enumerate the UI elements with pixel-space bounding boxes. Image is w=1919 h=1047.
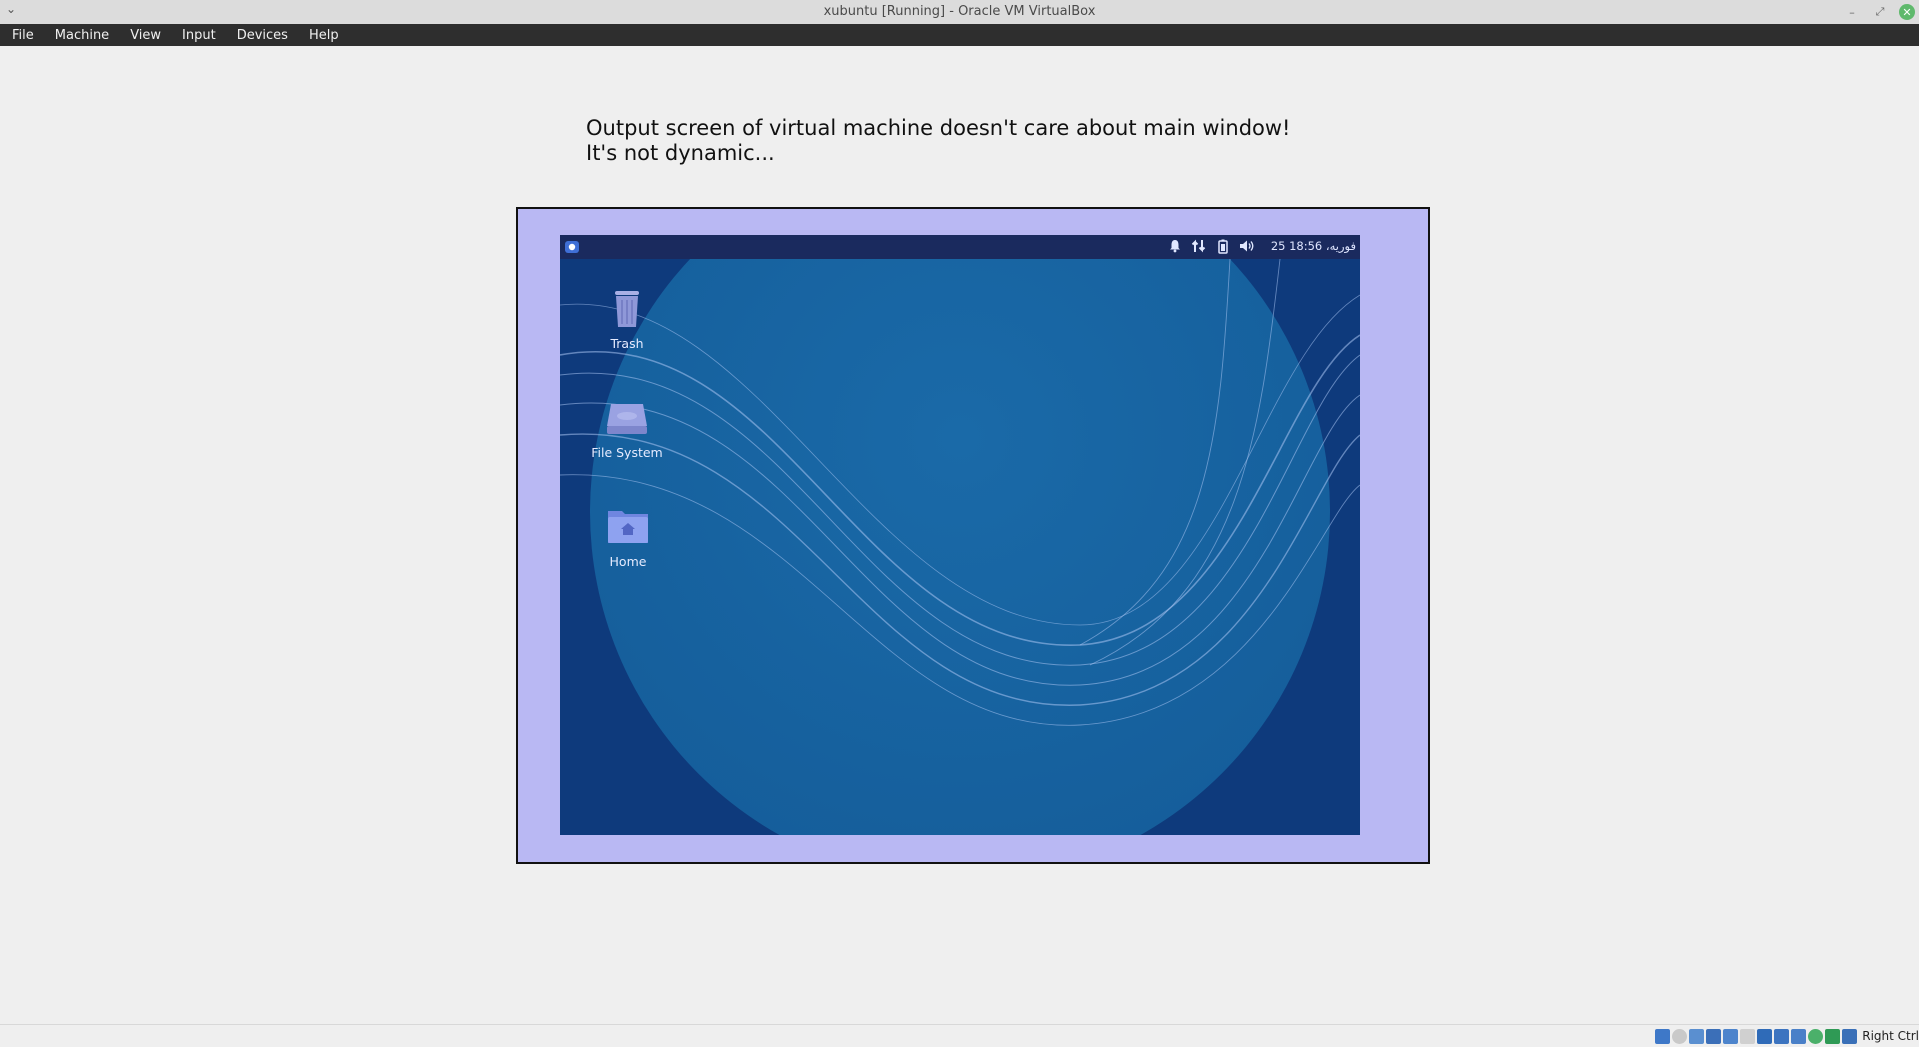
desktop-icon-label: Home [609, 554, 647, 569]
keyboard-icon[interactable] [1842, 1029, 1857, 1044]
drive-icon [607, 404, 647, 434]
system-tray: 25 فوریه، 18:56 [1167, 238, 1356, 254]
panel-clock[interactable]: 25 فوریه، 18:56 [1271, 239, 1356, 253]
battery-icon[interactable] [1215, 238, 1231, 254]
close-icon[interactable]: ✕ [1899, 4, 1915, 20]
network-icon[interactable] [1191, 238, 1207, 254]
home-folder-icon [608, 511, 648, 543]
desktop-icon-label: File System [591, 445, 663, 460]
menu-input[interactable]: Input [170, 28, 225, 43]
video-capture-icon[interactable] [1791, 1029, 1806, 1044]
optical-drive-icon[interactable] [1672, 1029, 1687, 1044]
guest-top-panel: 25 فوریه، 18:56 [560, 235, 1360, 259]
trash-icon [615, 291, 639, 327]
menu-view[interactable]: View [118, 28, 170, 43]
usb-icon[interactable] [1723, 1029, 1738, 1044]
minimize-icon[interactable]: – [1843, 3, 1861, 21]
desktop-icon-home[interactable]: Home [573, 501, 683, 569]
window-controls: – ⤢ ✕ [1843, 3, 1915, 21]
guest-screen[interactable]: 25 فوریه، 18:56 Trash File System Home [560, 235, 1360, 835]
notification-bell-icon[interactable] [1167, 238, 1183, 254]
menu-devices[interactable]: Devices [225, 28, 297, 43]
shared-folder-icon[interactable] [1740, 1029, 1755, 1044]
cpu-icon[interactable] [1808, 1029, 1823, 1044]
window-title: xubuntu [Running] - Oracle VM VirtualBox [823, 4, 1096, 19]
menu-bar: File Machine View Input Devices Help [0, 24, 1919, 46]
title-bar: ⌄ xubuntu [Running] - Oracle VM VirtualB… [0, 0, 1919, 25]
maximize-icon[interactable]: ⤢ [1871, 3, 1889, 21]
network-icon[interactable] [1706, 1029, 1721, 1044]
menu-file[interactable]: File [0, 28, 43, 43]
status-bar-icons [1655, 1029, 1857, 1044]
desktop-icon-trash[interactable]: Trash [572, 283, 682, 351]
menu-help[interactable]: Help [297, 28, 348, 43]
xfce-menu-icon[interactable] [564, 239, 580, 255]
menu-machine[interactable]: Machine [43, 28, 118, 43]
recording-icon[interactable] [1774, 1029, 1789, 1044]
note-line-1: Output screen of virtual machine doesn't… [586, 116, 1291, 140]
display-icon[interactable] [1757, 1029, 1772, 1044]
annotation-note: Output screen of virtual machine doesn't… [586, 116, 1290, 166]
host-key-label: Right Ctrl [1862, 1029, 1919, 1043]
desktop-icon-label: Trash [610, 336, 644, 351]
note-line-2: It's not dynamic... [586, 141, 775, 165]
desktop-icon-file-system[interactable]: File System [572, 392, 682, 460]
mouse-integration-icon[interactable] [1825, 1029, 1840, 1044]
hard-disk-icon[interactable] [1655, 1029, 1670, 1044]
volume-icon[interactable] [1239, 238, 1255, 254]
status-bar: Right Ctrl [0, 1024, 1919, 1047]
audio-icon[interactable] [1689, 1029, 1704, 1044]
